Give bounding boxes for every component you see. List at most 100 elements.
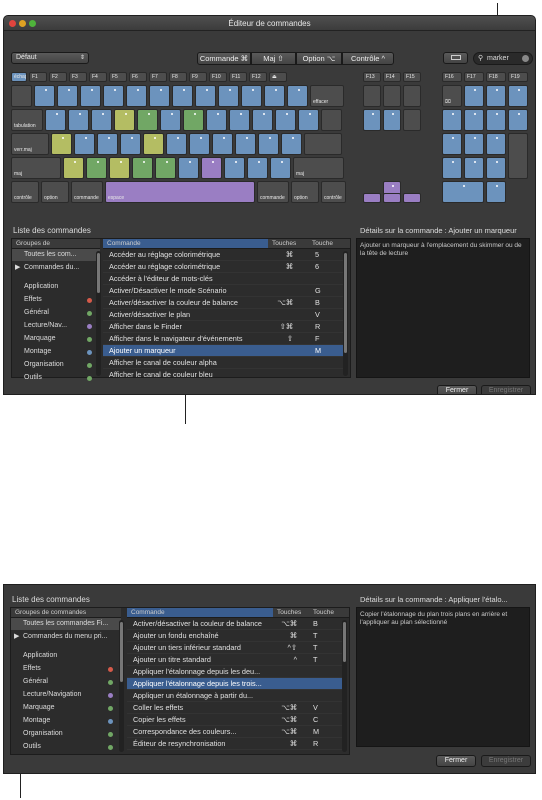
fn-key-12[interactable]: F12: [249, 72, 267, 82]
group-row[interactable]: ▶ Commandes du...: [12, 262, 100, 274]
group-row[interactable]: Montage: [11, 715, 121, 727]
z-row-key-3[interactable]: [132, 157, 153, 179]
nav-key-0-2[interactable]: [403, 85, 421, 107]
q-row-key-8[interactable]: [229, 109, 250, 131]
command-row[interactable]: Correspondance des couleurs... ⌥⌘ M: [127, 726, 342, 738]
z-row-key-4[interactable]: [155, 157, 176, 179]
command-row[interactable]: Afficher le canal de couleur bleu: [103, 369, 343, 379]
arrow-left-key[interactable]: [363, 193, 381, 203]
numpad-key-2-1[interactable]: [464, 133, 484, 155]
num-key-8[interactable]: [195, 85, 216, 107]
column-header-modifiers[interactable]: Touches: [268, 239, 308, 249]
caps-lock-key[interactable]: verr.maj: [11, 133, 49, 155]
group-row[interactable]: Effets: [12, 294, 100, 306]
group-row[interactable]: ▶ Commandes du menu pri...: [11, 631, 121, 643]
column-header-modifiers-2[interactable]: Touches: [273, 608, 309, 618]
fn-key-8[interactable]: F8: [169, 72, 187, 82]
a-row-key-10[interactable]: [281, 133, 302, 155]
num-key-4[interactable]: [103, 85, 124, 107]
groups-scrollbar-2[interactable]: [119, 620, 124, 752]
preset-popup[interactable]: Défaut ⇕: [11, 52, 89, 64]
command-row[interactable]: Activer/désactiver la couleur de balance…: [103, 297, 343, 309]
command-row[interactable]: Accéder à l'éditeur de mots-clés: [103, 273, 343, 285]
group-row[interactable]: Général: [11, 676, 121, 688]
fn-key-2[interactable]: F2: [49, 72, 67, 82]
fn-key-13[interactable]: ⏏: [269, 72, 287, 82]
z-row-key-7[interactable]: [224, 157, 245, 179]
group-row[interactable]: Lecture/Nav...: [12, 320, 100, 332]
clear-search-icon[interactable]: [522, 55, 529, 62]
numpad-key-0-2[interactable]: [486, 85, 506, 107]
arrow-right-key[interactable]: [403, 193, 421, 203]
command-row[interactable]: Activer/Désactiver le mode Scénario G: [103, 285, 343, 297]
command-row[interactable]: Afficher dans le Finder ⇧⌘ R: [103, 321, 343, 333]
numpad-key-1-2[interactable]: [486, 109, 506, 131]
group-row[interactable]: Marquage: [11, 702, 121, 714]
numpad-zero-key[interactable]: [442, 181, 484, 203]
a-row-key-4[interactable]: [143, 133, 164, 155]
numpad-key-1-0[interactable]: [442, 109, 462, 131]
fn-key-5[interactable]: F5: [109, 72, 127, 82]
q-row-key-11[interactable]: [298, 109, 319, 131]
group-row[interactable]: Effets: [11, 663, 121, 675]
groups-scroll-thumb-2[interactable]: [120, 622, 123, 682]
command-row[interactable]: Afficher dans le navigateur d'événements…: [103, 333, 343, 345]
numpad-key-1-3[interactable]: [508, 109, 528, 131]
command-row[interactable]: Éditeur de resynchronisation ⌘ R: [127, 738, 342, 750]
a-row-key-5[interactable]: [166, 133, 187, 155]
z-row-key-8[interactable]: [247, 157, 268, 179]
num-key-9[interactable]: [218, 85, 239, 107]
fn-key-7[interactable]: F7: [149, 72, 167, 82]
group-row[interactable]: Application: [12, 281, 100, 293]
numpad-key-3-0[interactable]: [442, 157, 462, 179]
fn-key-19[interactable]: F18: [486, 72, 506, 82]
group-row[interactable]: Application: [11, 650, 121, 662]
fn-key-9[interactable]: F9: [189, 72, 207, 82]
z-row-key-6[interactable]: [201, 157, 222, 179]
command-row[interactable]: Ajouter un titre standard ^ T: [127, 654, 342, 666]
q-row-key-5[interactable]: [160, 109, 181, 131]
fn-key-1[interactable]: F1: [29, 72, 47, 82]
command-row[interactable]: Activer/désactiver la couleur de balance…: [127, 618, 342, 630]
group-row[interactable]: Organisation: [12, 359, 100, 371]
command-row[interactable]: Appliquer l'étalonnage depuis les deu...: [127, 666, 342, 678]
command-row[interactable]: Afficher le canal de couleur alpha: [103, 357, 343, 369]
a-row-key-1[interactable]: [74, 133, 95, 155]
close-button[interactable]: Fermer: [437, 385, 477, 394]
a-row-key-8[interactable]: [235, 133, 256, 155]
command-left-key[interactable]: commande: [71, 181, 103, 203]
numpad-key-2-2[interactable]: [486, 133, 506, 155]
num-key-6[interactable]: [149, 85, 170, 107]
fn-key-3[interactable]: F3: [69, 72, 87, 82]
control-right-key[interactable]: contrôle: [321, 181, 346, 203]
nav-key-0-1[interactable]: [383, 85, 401, 107]
q-row-key-6[interactable]: [183, 109, 204, 131]
fn-key-18[interactable]: F17: [464, 72, 484, 82]
disclosure-triangle-icon[interactable]: ▶: [14, 631, 19, 643]
keyboard-highlight-button[interactable]: [443, 52, 468, 64]
command-right-key[interactable]: commande: [257, 181, 289, 203]
num-key-11[interactable]: [264, 85, 285, 107]
z-row-key-9[interactable]: [270, 157, 291, 179]
nav-key-1-0[interactable]: [363, 109, 381, 131]
save-button[interactable]: Enregistrer: [481, 385, 531, 394]
column-header-key[interactable]: Touche: [308, 239, 350, 249]
commands-scrollbar-2[interactable]: [342, 620, 347, 752]
command-row[interactable]: Accéder au réglage colorimétrique ⌘ 5: [103, 249, 343, 261]
fn-key-16[interactable]: F15: [403, 72, 421, 82]
fn-key-20[interactable]: F19: [508, 72, 528, 82]
search-field[interactable]: ⚲ marker: [473, 52, 533, 65]
fn-key-6[interactable]: F6: [129, 72, 147, 82]
a-row-key-9[interactable]: [258, 133, 279, 155]
column-header-command[interactable]: Commande: [103, 239, 268, 249]
column-header-command-2[interactable]: Commande: [127, 608, 273, 618]
fn-key-11[interactable]: F11: [229, 72, 247, 82]
command-row[interactable]: Coller les effets ⌥⌘ V: [127, 702, 342, 714]
save-button-2[interactable]: Enregistrer: [481, 755, 531, 767]
q-row-key-10[interactable]: [275, 109, 296, 131]
command-row[interactable]: Ajouter un marqueur M: [103, 345, 343, 357]
fn-key-17[interactable]: F16: [442, 72, 462, 82]
command-row[interactable]: Ajouter un tiers inférieur standard ^⇧ T: [127, 642, 342, 654]
fn-key-4[interactable]: F4: [89, 72, 107, 82]
group-row[interactable]: Lecture/Navigation: [11, 689, 121, 701]
